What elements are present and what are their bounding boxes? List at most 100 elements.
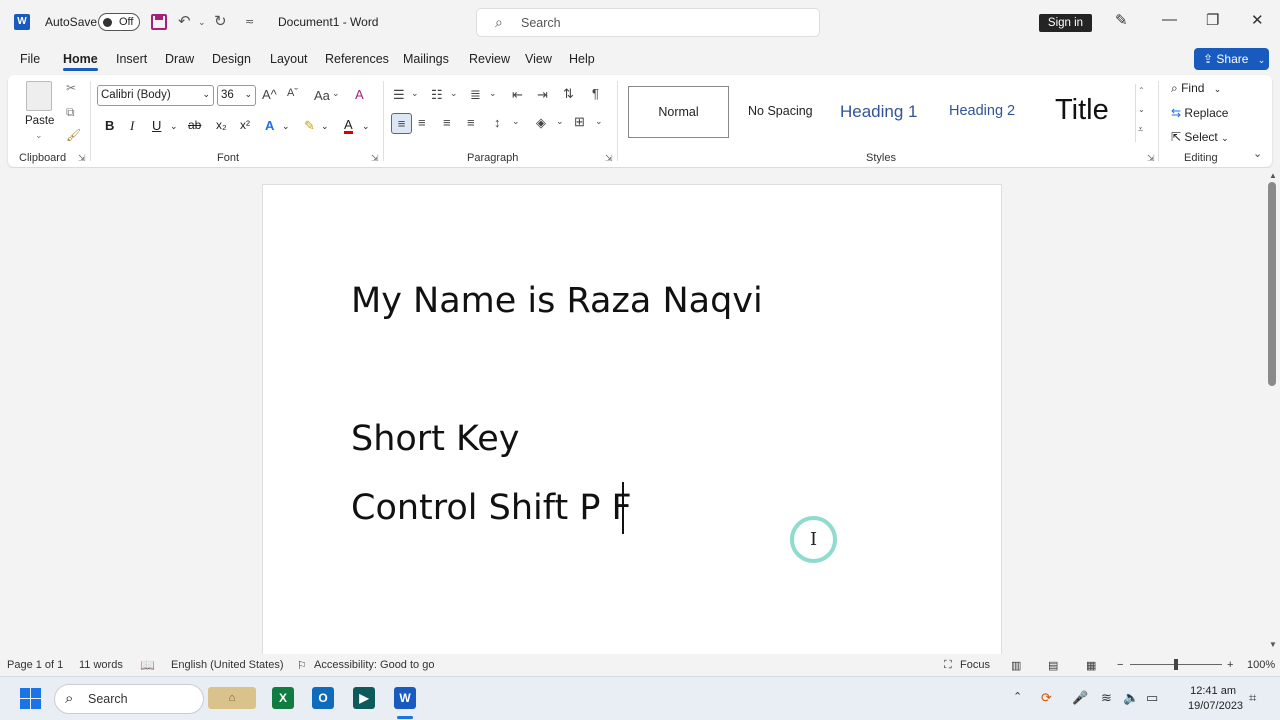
minimize-icon[interactable]: — bbox=[1162, 11, 1177, 28]
tab-home[interactable]: Home bbox=[63, 52, 98, 66]
style-heading-2[interactable]: Heading 2 bbox=[949, 103, 1015, 119]
font-family-select[interactable]: Calibri (Body) ⌄ bbox=[97, 85, 214, 106]
font-launcher-icon[interactable]: ⇲ bbox=[371, 153, 379, 164]
tab-draw[interactable]: Draw bbox=[165, 52, 194, 66]
text-effects-icon[interactable]: A bbox=[265, 118, 274, 133]
chevron-down-icon[interactable]: ⌄ bbox=[595, 116, 603, 127]
sign-in-button[interactable]: Sign in bbox=[1039, 14, 1092, 32]
multilevel-list-icon[interactable]: ≣ bbox=[470, 87, 481, 103]
collapse-ribbon-icon[interactable]: ⌄ bbox=[1253, 147, 1262, 160]
more-styles-icon[interactable]: ⩡ bbox=[1138, 124, 1143, 135]
chevron-down-icon[interactable]: ⌄ bbox=[332, 88, 340, 99]
zoom-level[interactable]: 100% bbox=[1247, 659, 1275, 671]
chevron-down-icon[interactable]: ⌄ bbox=[556, 116, 564, 127]
chevron-down-icon[interactable]: ⌄ bbox=[512, 116, 520, 127]
tab-layout[interactable]: Layout bbox=[270, 52, 308, 66]
shrink-font-icon[interactable]: Aˇ bbox=[287, 87, 298, 99]
chevron-down-icon[interactable]: ⌄ bbox=[489, 88, 497, 99]
font-color-icon[interactable]: A bbox=[344, 118, 353, 134]
style-title[interactable]: Title bbox=[1055, 94, 1109, 127]
page-count[interactable]: Page 1 of 1 bbox=[7, 659, 63, 671]
chevron-down-icon[interactable]: ⌄ bbox=[321, 121, 329, 132]
screen-recorder-icon[interactable]: ▶ bbox=[353, 687, 375, 709]
language[interactable]: English (United States) bbox=[171, 659, 284, 671]
numbering-icon[interactable]: ☷ bbox=[431, 87, 443, 103]
paste-icon[interactable] bbox=[26, 81, 52, 111]
copy-icon[interactable]: ⧉ bbox=[66, 105, 75, 120]
tab-view[interactable]: View bbox=[525, 52, 552, 66]
search-box[interactable]: ⌕ Search bbox=[476, 8, 820, 37]
scroll-up-icon[interactable]: ▲ bbox=[1269, 171, 1277, 180]
borders-icon[interactable]: ⊞ bbox=[574, 114, 585, 130]
style-heading-1[interactable]: Heading 1 bbox=[840, 102, 918, 122]
chevron-down-icon[interactable]: ⌄ bbox=[282, 121, 290, 132]
volume-icon[interactable]: 🔈 bbox=[1123, 690, 1139, 706]
tab-design[interactable]: Design bbox=[212, 52, 251, 66]
taskbar-search[interactable]: ⌕ Search bbox=[54, 684, 204, 714]
word-count[interactable]: 11 words bbox=[79, 659, 123, 671]
replace-button[interactable]: ⇆ Replace bbox=[1171, 106, 1228, 120]
widgets-icon[interactable]: ⌂ bbox=[208, 687, 256, 709]
restore-icon[interactable]: ❐ bbox=[1206, 11, 1219, 29]
undo-icon[interactable]: ↶ bbox=[178, 12, 191, 30]
styles-launcher-icon[interactable]: ⇲ bbox=[1147, 153, 1155, 164]
autosave-toggle[interactable]: Off bbox=[98, 13, 140, 31]
cut-icon[interactable]: ✂ bbox=[66, 81, 76, 95]
underline-button[interactable]: U bbox=[152, 118, 161, 133]
italic-button[interactable]: I bbox=[130, 118, 134, 134]
decrease-indent-icon[interactable]: ⇤ bbox=[512, 87, 523, 103]
redo-icon[interactable]: ↻ bbox=[214, 12, 227, 30]
tab-file[interactable]: File bbox=[20, 52, 40, 66]
scroll-down-icon[interactable]: ⌄ bbox=[1138, 105, 1145, 114]
bullets-icon[interactable]: ☰ bbox=[393, 87, 405, 103]
vertical-scrollbar[interactable]: ▲ ▼ bbox=[1266, 168, 1280, 654]
chevron-down-icon[interactable]: ⌄ bbox=[411, 88, 419, 99]
excel-icon[interactable]: X bbox=[272, 687, 294, 709]
scroll-down-icon[interactable]: ▼ bbox=[1269, 640, 1277, 649]
paste-dropdown-icon[interactable]: ⌄ bbox=[35, 130, 43, 141]
find-button[interactable]: ⌕ Find ⌄ bbox=[1171, 81, 1221, 96]
chevron-down-icon[interactable]: ⌄ bbox=[170, 121, 178, 132]
format-painter-icon[interactable]: 🖌 bbox=[66, 128, 81, 142]
line-spacing-icon[interactable]: ↕ bbox=[494, 115, 501, 130]
tab-insert[interactable]: Insert bbox=[116, 52, 147, 66]
clipboard-launcher-icon[interactable]: ⇲ bbox=[78, 153, 86, 164]
save-icon[interactable] bbox=[151, 14, 167, 30]
microphone-icon[interactable]: 🎤 bbox=[1072, 690, 1088, 706]
web-layout-icon[interactable]: ▦ bbox=[1086, 659, 1096, 672]
accessibility-status[interactable]: Accessibility: Good to go bbox=[314, 659, 434, 671]
chevron-down-icon[interactable]: ⌄ bbox=[450, 88, 458, 99]
tab-references[interactable]: References bbox=[325, 52, 389, 66]
strikethrough-button[interactable]: ab bbox=[188, 118, 201, 132]
document-page[interactable]: My Name is Raza Naqvi Short Key Control … bbox=[262, 184, 1002, 664]
scroll-up-icon[interactable]: ⌃ bbox=[1138, 86, 1145, 95]
justify-icon[interactable]: ≡ bbox=[467, 115, 475, 130]
word-taskbar-icon[interactable]: W bbox=[394, 687, 416, 709]
sync-icon[interactable]: ⟳ bbox=[1041, 690, 1052, 706]
zoom-slider-thumb[interactable] bbox=[1174, 659, 1178, 670]
show-hidden-icons-icon[interactable]: ⌃ bbox=[1013, 690, 1022, 703]
paragraph-launcher-icon[interactable]: ⇲ bbox=[605, 153, 613, 164]
pen-icon[interactable]: ✎ bbox=[1115, 11, 1128, 29]
select-button[interactable]: ⇱ Select ⌄ bbox=[1171, 130, 1229, 144]
clear-formatting-icon[interactable]: A bbox=[355, 87, 364, 102]
shading-icon[interactable]: ◈ bbox=[536, 115, 546, 131]
tab-mailings[interactable]: Mailings bbox=[403, 52, 449, 66]
windows-start-icon[interactable] bbox=[20, 688, 41, 709]
read-mode-icon[interactable]: ▥ bbox=[1011, 659, 1021, 672]
clock[interactable]: 12:41 am 19/07/2023 bbox=[1188, 684, 1243, 714]
battery-icon[interactable]: ▭ bbox=[1146, 690, 1158, 706]
subscript-button[interactable]: x₂ bbox=[216, 118, 227, 132]
sort-icon[interactable]: ⇅ bbox=[563, 86, 574, 102]
focus-button[interactable]: Focus bbox=[960, 659, 990, 671]
align-center-icon[interactable]: ≡ bbox=[418, 115, 426, 130]
customize-qat-icon[interactable]: ≂ bbox=[245, 15, 254, 28]
change-case-icon[interactable]: Aa bbox=[314, 88, 330, 103]
notifications-icon[interactable]: ⌗ bbox=[1249, 690, 1256, 706]
scroll-thumb[interactable] bbox=[1268, 182, 1276, 386]
style-no-spacing[interactable]: No Spacing bbox=[748, 104, 813, 118]
undo-dropdown-icon[interactable]: ⌄ bbox=[198, 17, 206, 28]
proofing-icon[interactable]: 📖 bbox=[140, 658, 155, 672]
font-size-select[interactable]: 36 ⌄ bbox=[217, 85, 256, 106]
grow-font-icon[interactable]: A^ bbox=[262, 87, 277, 102]
